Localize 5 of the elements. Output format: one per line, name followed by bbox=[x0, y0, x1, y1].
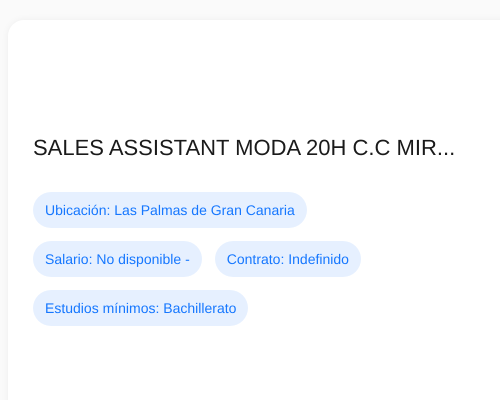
info-tag: Ubicación: Las Palmas de Gran Canaria bbox=[33, 192, 307, 228]
info-tag: Estudios mínimos: Bachillerato bbox=[33, 290, 248, 326]
job-title: SALES ASSISTANT MODA 20H C.C MIR... bbox=[33, 134, 456, 162]
info-tag: Contrato: Indefinido bbox=[214, 241, 361, 277]
info-tag: Salario: No disponible - bbox=[33, 241, 202, 277]
